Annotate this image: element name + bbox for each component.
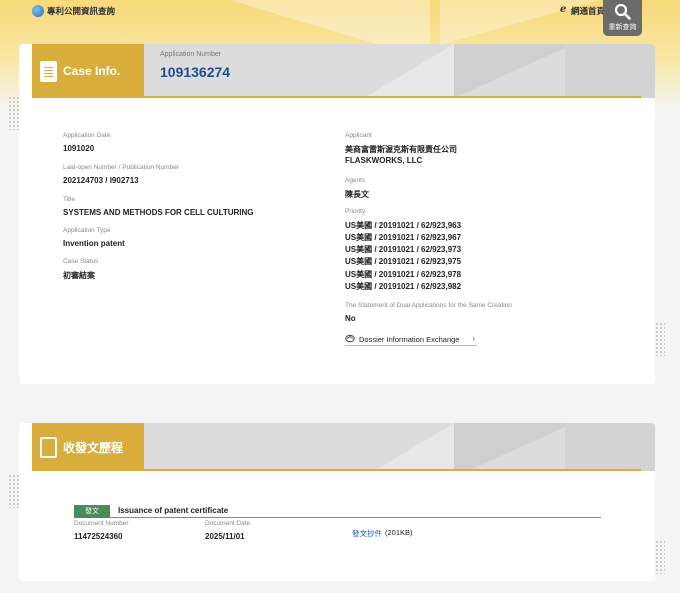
agents-value: 陳長文	[345, 190, 369, 199]
priority-item: US美國 / 20191021 / 62/923,982	[345, 282, 462, 291]
requery-label: 重新查詢	[608, 24, 637, 31]
publication-number-value: 202124703 / I902713	[63, 176, 139, 185]
application-type-value: Invention patent	[63, 239, 125, 248]
document-type-tag: 發文	[74, 505, 110, 518]
agents-label: Agents	[345, 177, 366, 184]
home-link[interactable]: 網通首頁	[571, 5, 605, 17]
top-bar: 專利公開資訊查詢 e 網通首頁	[0, 0, 680, 22]
priority-item: US美國 / 20191021 / 62/923,973	[345, 245, 462, 254]
search-icon	[614, 3, 631, 20]
case-status-value: 初審結案	[63, 271, 95, 280]
dossier-exchange-link[interactable]: Dossier Information Exchange ›	[345, 334, 477, 346]
requery-button[interactable]: 重新查詢	[603, 0, 642, 36]
case-status-label: Case Status	[63, 258, 99, 265]
priority-item: US美國 / 20191021 / 62/923,967	[345, 233, 462, 242]
card-header-decoration	[144, 423, 655, 471]
title-value: SYSTEMS AND METHODS FOR CELL CULTURING	[63, 208, 254, 217]
history-item-title: Issuance of patent certificate	[118, 506, 229, 515]
history-card: 收發文歷程 發文 Issuance of patent certificate …	[19, 423, 655, 581]
header-divider	[144, 469, 641, 471]
documents-icon	[40, 436, 57, 458]
case-info-badge: Case Info.	[32, 44, 144, 98]
document-size: (201KB)	[385, 528, 413, 537]
header-divider	[144, 96, 641, 98]
document-date-label: Document Date	[205, 520, 251, 527]
priority-item: US美國 / 20191021 / 62/923,963	[345, 221, 462, 230]
priority-label: Priority	[345, 208, 366, 215]
ie-browser-icon: e	[560, 4, 567, 15]
site-title[interactable]: 專利公開資訊查詢	[47, 5, 115, 17]
dossier-label: Dossier Information Exchange	[359, 335, 460, 344]
site-logo-icon	[32, 5, 44, 17]
applicant-zh-value: 美商富雷斯渥克斯有限責任公司	[345, 145, 457, 154]
application-number-label: Application Number	[160, 51, 222, 58]
application-date-label: Application Date	[63, 132, 111, 139]
dual-application-label: The Statement of Dual Applications for t…	[345, 302, 512, 309]
chevron-right-icon: ›	[472, 334, 475, 343]
section-title: Case Info.	[63, 64, 121, 78]
publication-number-label: Laid-open Number / Publication Number	[63, 164, 179, 171]
document-number-value: 11472524360	[74, 532, 123, 541]
case-info-card: Case Info. Application Number 109136274 …	[19, 44, 655, 384]
applicant-en-value: FLASKWORKS, LLC	[345, 156, 423, 165]
history-badge: 收發文歷程	[32, 423, 144, 471]
section-title: 收發文歷程	[63, 440, 124, 455]
application-date-value: 1091020	[63, 144, 95, 153]
application-number-value: 109136274	[160, 64, 231, 80]
document-date-value: 2025/11/01	[205, 532, 245, 541]
priority-item: US美國 / 20191021 / 62/923,975	[345, 257, 462, 266]
application-type-label: Application Type	[63, 227, 111, 234]
document-icon	[40, 60, 57, 82]
exchange-icon	[345, 334, 355, 343]
title-label: Title	[63, 196, 76, 203]
history-row-header: 發文 Issuance of patent certificate	[74, 505, 601, 518]
document-number-label: Document Number	[74, 520, 129, 527]
priority-item: US美國 / 20191021 / 62/923,978	[345, 270, 462, 279]
applicant-label: Applicant	[345, 132, 372, 139]
dual-application-value: No	[345, 314, 356, 323]
document-copy-link[interactable]: 發文抄件	[352, 528, 382, 539]
